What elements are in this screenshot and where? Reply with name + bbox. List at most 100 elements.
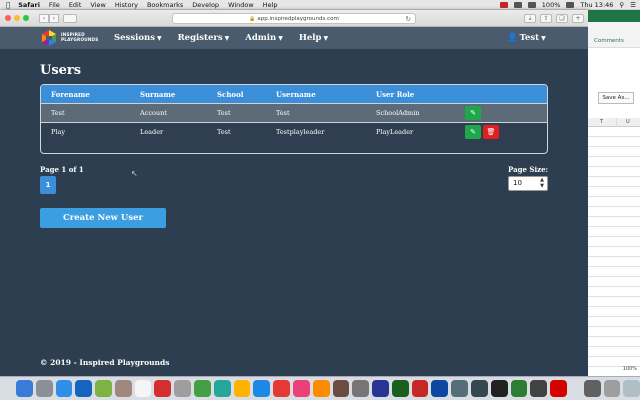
terminal-icon[interactable] (470, 380, 488, 397)
address-bar[interactable]: 🔒 app.inspiredplaygrounds.com ↻ (172, 13, 416, 24)
creative-cloud-icon[interactable] (550, 380, 567, 397)
photos-app-icon[interactable] (174, 380, 192, 397)
trash-icon[interactable] (623, 380, 640, 397)
site-navbar: INSPIRED PLAYGROUNDS Sessions ▼ Registers… (0, 27, 588, 49)
cell-username: Testplayleader (276, 128, 325, 136)
photoshop-icon[interactable] (431, 380, 449, 397)
sidebar-toggle-button[interactable] (63, 13, 77, 23)
forward-button[interactable]: › (49, 13, 59, 23)
contacts-icon[interactable] (95, 380, 112, 397)
photos-icon[interactable] (233, 380, 251, 397)
page-size-value: 10 (513, 179, 522, 187)
messages-icon[interactable] (194, 380, 211, 397)
battery-percent[interactable]: 100% (542, 1, 561, 9)
inspired-playgrounds-logo-icon[interactable] (40, 29, 58, 47)
save-as-button[interactable]: Save As... (598, 92, 634, 104)
menu-list-icon[interactable]: ☰ (630, 1, 636, 9)
music-icon[interactable] (292, 380, 310, 397)
page-footer: © 2019 - Inspired Playgrounds (40, 358, 170, 367)
downloads-icon[interactable]: ⇣ (524, 14, 536, 23)
share-icon[interactable]: ⇧ (540, 14, 552, 23)
desktop-window-icon[interactable] (583, 380, 601, 397)
macos-dock (0, 376, 640, 400)
excel-zoom-level[interactable]: 100% (623, 366, 637, 372)
chevron-down-icon: ▼ (224, 34, 230, 42)
lock-icon: 🔒 (249, 15, 256, 22)
calendar-icon[interactable] (134, 380, 152, 397)
excel-title-bar (588, 10, 640, 22)
nav-admin[interactable]: Admin ▼ (245, 33, 283, 43)
reload-icon[interactable]: ↻ (406, 15, 411, 23)
activity-monitor-icon[interactable] (490, 380, 508, 397)
browser-toolbar: ‹ › 🔒 app.inspiredplaygrounds.com ↻ ⇣ ⇧ … (0, 10, 588, 27)
new-tab-icon[interactable]: + (572, 14, 584, 23)
menu-clock[interactable]: Thu 13:46 (580, 1, 613, 9)
status-app-icon[interactable] (513, 2, 522, 8)
maps-icon[interactable] (332, 380, 350, 397)
chevron-down-icon: ▼ (323, 34, 329, 42)
menu-develop[interactable]: Develop (192, 1, 219, 9)
close-window-button[interactable] (5, 15, 11, 21)
outlook-icon[interactable] (75, 380, 93, 397)
mouse-cursor-icon: ↖ (131, 169, 138, 178)
word-icon[interactable] (372, 380, 389, 397)
app-store-icon[interactable] (253, 380, 271, 397)
back-button[interactable]: ‹ (39, 13, 49, 23)
apple-icon[interactable]:  (6, 1, 10, 9)
utility-app-icon[interactable] (530, 380, 548, 397)
reminders-icon[interactable] (154, 380, 172, 397)
toolbar-right-buttons: ⇣ ⇧ ❏ + (524, 14, 584, 23)
menu-help[interactable]: Help (263, 1, 278, 9)
menu-window[interactable]: Window (228, 1, 254, 9)
menu-bookmarks[interactable]: Bookmarks (147, 1, 183, 9)
nav-registers[interactable]: Registers ▼ (178, 33, 230, 43)
edit-button[interactable]: ✎ (465, 125, 481, 139)
books-icon[interactable] (312, 380, 330, 397)
news-icon[interactable] (273, 380, 290, 397)
search-icon[interactable]: ⚲ (619, 1, 624, 9)
nav-help[interactable]: Help ▼ (299, 33, 328, 43)
safari-icon[interactable] (55, 380, 73, 397)
pagination-info: Page 1 of 1 (40, 165, 84, 174)
preview-icon[interactable] (451, 380, 468, 397)
excel-grid[interactable] (588, 127, 640, 377)
user-menu[interactable]: 👤 Test ▼ (507, 33, 546, 43)
menu-app-name[interactable]: Safari (18, 1, 40, 9)
menu-edit[interactable]: Edit (69, 1, 82, 9)
column-header-t[interactable]: T (600, 119, 603, 125)
edit-button[interactable]: ✎ (465, 106, 481, 120)
menu-bar-status: 100% Thu 13:46 ⚲ ☰ (499, 0, 636, 10)
battery-icon[interactable] (566, 2, 575, 8)
camtasia-icon[interactable] (510, 380, 528, 397)
cell-user-role: SchoolAdmin (376, 109, 420, 117)
edit-icon: ✎ (470, 128, 476, 136)
delete-button[interactable]: 🗑 (483, 125, 499, 139)
launchpad-icon[interactable] (35, 380, 53, 397)
nav-sessions[interactable]: Sessions ▼ (114, 33, 162, 43)
facetime-icon[interactable] (213, 380, 231, 397)
page-size-select[interactable]: 10 ▲ ▼ (508, 176, 548, 191)
excel-icon[interactable] (391, 380, 409, 397)
downloads-stack-icon[interactable] (603, 380, 621, 397)
wifi-icon[interactable] (527, 2, 536, 8)
menu-file[interactable]: File (49, 1, 60, 9)
menu-history[interactable]: History (115, 1, 138, 9)
zoom-window-button[interactable] (23, 15, 29, 21)
notes-icon[interactable] (114, 380, 132, 397)
table-header: Forename Surname School Username User Ro… (41, 85, 547, 103)
finder-icon[interactable] (16, 380, 33, 397)
comments-button[interactable]: Comments (594, 38, 624, 44)
system-preferences-icon[interactable] (352, 380, 370, 397)
tabs-overview-icon[interactable]: ❏ (556, 14, 568, 23)
column-header-username: Username (276, 89, 316, 99)
pagination-page-button[interactable]: 1 (40, 176, 56, 194)
minimize-window-button[interactable] (14, 15, 20, 21)
excel-ribbon (588, 22, 640, 48)
status-app-icon[interactable] (499, 2, 508, 8)
nav-sessions-label: Sessions (114, 33, 155, 43)
brand-name[interactable]: INSPIRED PLAYGROUNDS (61, 32, 98, 42)
powerpoint-icon[interactable] (411, 380, 429, 397)
create-new-user-button[interactable]: Create New User (40, 208, 166, 228)
column-header-u[interactable]: U (626, 119, 630, 125)
menu-view[interactable]: View (90, 1, 105, 9)
